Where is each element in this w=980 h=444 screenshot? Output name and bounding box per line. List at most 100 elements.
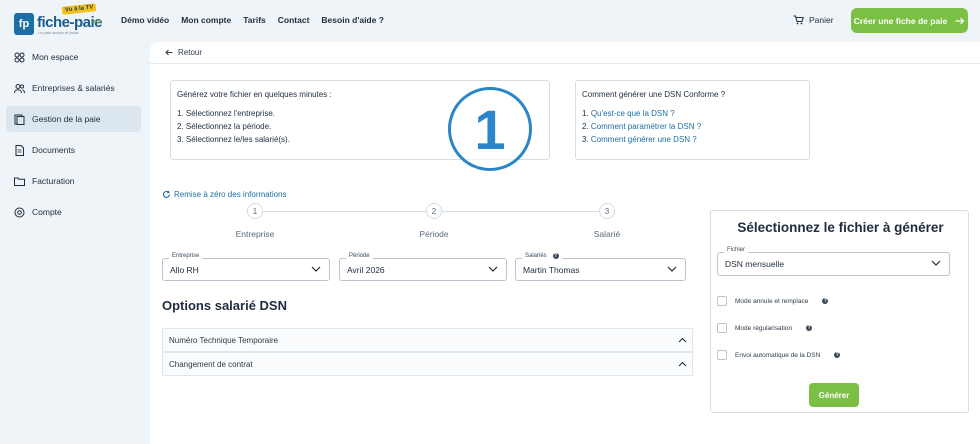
arrow-left-icon xyxy=(165,49,173,56)
back-link[interactable]: Retour xyxy=(165,48,202,57)
fichier-select[interactable]: Fichier DSN mensuelle xyxy=(717,247,950,276)
folder-icon xyxy=(14,177,25,186)
nav-besoin-aide[interactable]: Besoin d'aide ? xyxy=(321,15,383,25)
accordion-changement-contrat[interactable]: Changement de contrat xyxy=(162,352,693,376)
sidebar-item-label: Compte xyxy=(32,207,62,217)
help-link-parametrer[interactable]: Comment paramétrer la DSN ? xyxy=(591,122,701,131)
checkbox-envoi-automatique[interactable]: Envoi automatique de la DSN ? xyxy=(717,350,841,360)
nav-demo-video[interactable]: Démo vidéo xyxy=(121,15,169,25)
sidebar-item-mon-espace[interactable]: Mon espace xyxy=(6,44,141,70)
entreprise-select-label: Entreprise xyxy=(169,253,203,259)
sidebar-item-documents[interactable]: Documents xyxy=(6,137,141,163)
sidebar: Mon espace Entreprises & salariés Gestio… xyxy=(0,42,150,444)
sidebar-item-facturation[interactable]: Facturation xyxy=(6,168,141,194)
help-link-dsn[interactable]: Qu'est-ce que la DSN ? xyxy=(591,109,675,118)
checkbox[interactable] xyxy=(717,296,727,306)
reset-label: Remise à zéro des informations xyxy=(174,190,287,199)
sidebar-item-label: Documents xyxy=(32,145,75,155)
chevron-up-icon xyxy=(678,361,687,367)
entreprise-select[interactable]: Entreprise Allo RH xyxy=(162,253,330,281)
document-icon xyxy=(15,144,24,156)
chevron-down-icon xyxy=(667,266,677,272)
sidebar-item-compte[interactable]: Compte xyxy=(6,199,141,225)
checkbox[interactable] xyxy=(717,323,727,333)
step-circle: 2 xyxy=(426,203,442,219)
create-payslip-button[interactable]: Créer une fiche de paie xyxy=(851,8,968,33)
help-icon[interactable]: ? xyxy=(822,298,829,304)
file-generation-panel: Sélectionnez le fichier à générer Fichie… xyxy=(710,210,969,413)
nav-tarifs[interactable]: Tarifs xyxy=(243,15,266,25)
step-circle: 1 xyxy=(247,203,263,219)
salaries-select-label: Salariés? xyxy=(522,253,562,259)
help-prefix: 3. xyxy=(582,135,591,144)
sidebar-item-label: Gestion de la paie xyxy=(32,114,101,124)
checkbox-regularisation[interactable]: Mode régularisation ? xyxy=(717,323,813,333)
entreprise-select-value: Allo RH xyxy=(170,264,199,275)
users-icon xyxy=(14,83,25,93)
chevron-down-icon xyxy=(311,266,321,272)
refresh-icon xyxy=(162,190,171,198)
checkbox-label: Envoi automatique de la DSN xyxy=(735,351,821,359)
checkbox-label: Mode régularisation xyxy=(735,324,793,332)
main-nav: Démo vidéo Mon compte Tarifs Contact Bes… xyxy=(121,15,384,25)
logo-net: .net xyxy=(92,19,101,25)
chevron-down-icon xyxy=(931,260,941,266)
accordion-label: Numéro Technique Temporaire xyxy=(169,335,279,345)
salaries-select[interactable]: Salariés? Martin Thomas xyxy=(515,253,686,281)
salaries-label-text: Salariés xyxy=(525,253,547,259)
help-item: 2. Comment paramétrer la DSN ? xyxy=(582,120,803,133)
nav-mon-compte[interactable]: Mon compte xyxy=(181,15,231,25)
cart-link[interactable]: Panier xyxy=(793,15,834,25)
reset-link[interactable]: Remise à zéro des informations xyxy=(162,190,287,199)
step-number-overlay: 1 xyxy=(448,87,532,171)
gear-icon xyxy=(14,207,25,217)
salaries-select-value: Martin Thomas xyxy=(523,264,580,275)
grid-icon xyxy=(14,52,25,62)
help-box: Comment générer une DSN Conforme ? 1. Qu… xyxy=(575,80,810,160)
periode-select-value: Avril 2026 xyxy=(347,264,385,275)
payslip-icon xyxy=(14,114,25,125)
generate-button[interactable]: Générer xyxy=(809,383,859,407)
brand-logo[interactable]: fp fiche-paie Vu à la TV .net Le paie si… xyxy=(14,3,106,37)
options-title: Options salarié DSN xyxy=(162,298,287,313)
help-prefix: 1. xyxy=(582,109,591,118)
fichier-select-label: Fichier xyxy=(724,247,749,253)
back-label: Retour xyxy=(178,48,203,57)
sidebar-item-gestion-paie[interactable]: Gestion de la paie xyxy=(6,106,141,132)
top-bar: fp fiche-paie Vu à la TV .net Le paie si… xyxy=(0,0,980,42)
create-payslip-label: Créer une fiche de paie xyxy=(853,15,948,26)
sidebar-item-label: Entreprises & salariés xyxy=(32,83,115,93)
checkbox[interactable] xyxy=(717,350,727,360)
cart-icon xyxy=(793,15,804,25)
fichier-select-value: DSN mensuelle xyxy=(725,259,785,269)
help-link-generer[interactable]: Comment générer une DSN ? xyxy=(591,135,697,144)
help-prefix: 2. xyxy=(582,122,591,131)
sidebar-item-label: Facturation xyxy=(32,176,75,186)
help-item: 3. Comment générer une DSN ? xyxy=(582,133,803,146)
step-circle: 3 xyxy=(599,203,615,219)
sidebar-item-entreprises[interactable]: Entreprises & salariés xyxy=(6,75,141,101)
sidebar-item-label: Mon espace xyxy=(32,52,79,62)
step-label-periode: Période xyxy=(419,229,449,239)
logo-tagline: Le paie simple et facile xyxy=(38,30,79,35)
help-title: Comment générer une DSN Conforme ? xyxy=(582,90,726,99)
logo-badge: fp xyxy=(14,13,34,35)
help-icon[interactable]: ? xyxy=(806,325,813,331)
chevron-up-icon xyxy=(678,337,687,343)
periode-select-label: Période xyxy=(346,253,373,259)
checkbox-label: Mode annule et remplace xyxy=(735,297,809,305)
arrow-right-icon xyxy=(955,17,965,24)
step-label-salarie: Salarié xyxy=(593,229,621,239)
help-icon[interactable]: ? xyxy=(834,352,841,358)
divider xyxy=(150,63,980,64)
checkbox-annule-remplace[interactable]: Mode annule et remplace ? xyxy=(717,296,829,306)
accordion-label: Changement de contrat xyxy=(169,359,253,369)
accordion-numero-technique[interactable]: Numéro Technique Temporaire xyxy=(162,328,693,352)
help-item: 1. Qu'est-ce que la DSN ? xyxy=(582,107,803,120)
nav-contact[interactable]: Contact xyxy=(278,15,310,25)
help-icon[interactable]: ? xyxy=(552,253,559,259)
cart-label: Panier xyxy=(809,15,834,25)
periode-select[interactable]: Période Avril 2026 xyxy=(339,253,507,281)
panel-title: Sélectionnez le fichier à générer xyxy=(737,220,944,235)
chevron-down-icon xyxy=(488,266,498,272)
